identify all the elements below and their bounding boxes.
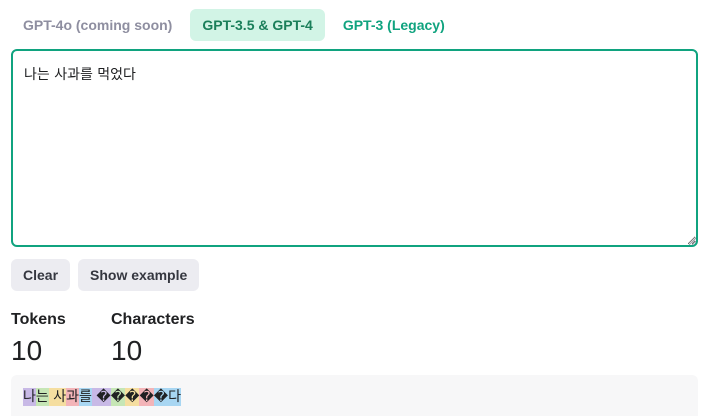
token: 과 [66,388,80,406]
token-count: Tokens 10 [11,310,66,368]
model-tabs: GPT-4o (coming soon) GPT-3.5 & GPT-4 GPT… [11,9,457,41]
tokens-label: Tokens [11,311,66,328]
token: 나 [23,388,36,406]
clear-button[interactable]: Clear [11,259,71,291]
token: 는 [35,388,49,406]
token: � [139,388,154,406]
token: � [110,388,126,406]
tokens-value: 10 [11,335,43,366]
token: � [96,388,111,406]
tab-gpt-4o[interactable]: GPT-4o (coming soon) [11,9,184,41]
character-count: Characters 10 [111,310,195,368]
characters-value: 10 [111,335,143,366]
token: � [125,388,140,406]
token: 를 [79,388,92,406]
characters-label: Characters [111,311,195,328]
tab-gpt-3-legacy[interactable]: GPT-3 (Legacy) [331,9,457,41]
token: 사 [48,388,67,406]
token-visualization: 나는 사과를 �����다 [11,375,698,416]
token: �다 [153,388,182,406]
tokenizer-page: GPT-4o (coming soon) GPT-3.5 & GPT-4 GPT… [0,0,711,416]
action-buttons: Clear Show example [11,259,200,291]
tab-gpt-3-5-gpt-4[interactable]: GPT-3.5 & GPT-4 [190,9,325,41]
show-example-button[interactable]: Show example [78,259,200,291]
text-input[interactable] [11,49,698,247]
